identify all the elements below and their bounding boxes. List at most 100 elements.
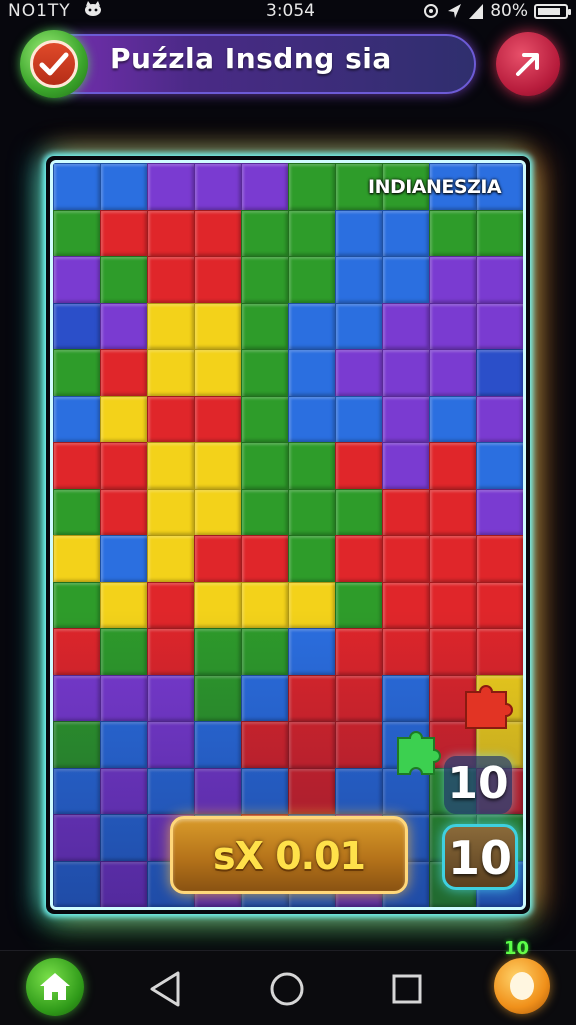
- puzzle-piece[interactable]: [53, 628, 101, 676]
- puzzle-piece[interactable]: [53, 395, 101, 443]
- puzzle-piece[interactable]: [147, 349, 195, 397]
- puzzle-piece[interactable]: [241, 581, 289, 629]
- puzzle-piece[interactable]: [476, 209, 523, 257]
- puzzle-piece[interactable]: [429, 535, 477, 583]
- loose-puzzle-piece[interactable]: [390, 724, 446, 780]
- puzzle-piece[interactable]: [147, 302, 195, 350]
- home-button[interactable]: [26, 958, 84, 1016]
- puzzle-piece[interactable]: [53, 581, 101, 629]
- puzzle-piece[interactable]: [429, 349, 477, 397]
- puzzle-piece[interactable]: [100, 581, 148, 629]
- puzzle-piece[interactable]: [100, 721, 148, 769]
- puzzle-piece[interactable]: [335, 488, 383, 536]
- puzzle-piece[interactable]: [100, 814, 148, 862]
- puzzle-piece[interactable]: [288, 674, 336, 722]
- puzzle-piece[interactable]: [100, 628, 148, 676]
- puzzle-piece[interactable]: [53, 442, 101, 490]
- puzzle-piece[interactable]: [194, 721, 242, 769]
- puzzle-piece[interactable]: [382, 535, 430, 583]
- loose-puzzle-piece-red[interactable]: [460, 676, 520, 732]
- puzzle-piece[interactable]: [288, 302, 336, 350]
- puzzle-piece[interactable]: [100, 535, 148, 583]
- puzzle-piece[interactable]: [241, 488, 289, 536]
- puzzle-piece[interactable]: [288, 349, 336, 397]
- puzzle-piece[interactable]: [241, 674, 289, 722]
- puzzle-piece[interactable]: [288, 535, 336, 583]
- coin-button[interactable]: [494, 958, 550, 1014]
- multiplier-button[interactable]: sX 0.01: [170, 816, 408, 894]
- score-chip-bottom[interactable]: 10: [442, 824, 518, 890]
- puzzle-piece[interactable]: [194, 302, 242, 350]
- puzzle-piece[interactable]: [194, 256, 242, 304]
- puzzle-piece[interactable]: [335, 767, 383, 815]
- puzzle-piece[interactable]: [335, 349, 383, 397]
- puzzle-piece[interactable]: [147, 488, 195, 536]
- puzzle-piece[interactable]: [476, 581, 523, 629]
- puzzle-piece[interactable]: [241, 209, 289, 257]
- puzzle-piece[interactable]: [382, 349, 430, 397]
- puzzle-piece[interactable]: [147, 581, 195, 629]
- puzzle-piece[interactable]: [288, 209, 336, 257]
- puzzle-piece[interactable]: [476, 256, 523, 304]
- puzzle-piece[interactable]: [147, 674, 195, 722]
- share-button[interactable]: [496, 32, 560, 96]
- puzzle-piece[interactable]: [194, 163, 242, 211]
- puzzle-piece[interactable]: [100, 349, 148, 397]
- puzzle-piece[interactable]: [147, 442, 195, 490]
- puzzle-piece[interactable]: [100, 860, 148, 907]
- puzzle-piece[interactable]: [53, 721, 101, 769]
- puzzle-piece[interactable]: [335, 395, 383, 443]
- puzzle-piece[interactable]: [194, 442, 242, 490]
- puzzle-piece[interactable]: [147, 163, 195, 211]
- puzzle-piece[interactable]: [241, 163, 289, 211]
- puzzle-piece[interactable]: [288, 488, 336, 536]
- puzzle-piece[interactable]: [382, 628, 430, 676]
- puzzle-piece[interactable]: [335, 256, 383, 304]
- puzzle-piece[interactable]: [241, 628, 289, 676]
- puzzle-piece[interactable]: [335, 721, 383, 769]
- puzzle-piece[interactable]: [476, 488, 523, 536]
- puzzle-piece[interactable]: [335, 442, 383, 490]
- puzzle-piece[interactable]: [147, 767, 195, 815]
- puzzle-piece[interactable]: [53, 349, 101, 397]
- puzzle-piece[interactable]: [429, 581, 477, 629]
- circle-icon[interactable]: [268, 970, 306, 1008]
- puzzle-piece[interactable]: [382, 209, 430, 257]
- puzzle-piece[interactable]: [335, 209, 383, 257]
- puzzle-piece[interactable]: [429, 395, 477, 443]
- puzzle-piece[interactable]: [241, 535, 289, 583]
- puzzle-piece[interactable]: [288, 163, 336, 211]
- puzzle-piece[interactable]: [194, 535, 242, 583]
- check-badge-button[interactable]: [20, 30, 88, 98]
- puzzle-piece[interactable]: [53, 302, 101, 350]
- puzzle-piece[interactable]: [53, 535, 101, 583]
- puzzle-piece[interactable]: [194, 674, 242, 722]
- puzzle-piece[interactable]: [429, 302, 477, 350]
- square-icon[interactable]: [390, 972, 424, 1006]
- puzzle-piece[interactable]: [288, 256, 336, 304]
- puzzle-piece[interactable]: [241, 395, 289, 443]
- puzzle-piece[interactable]: [241, 721, 289, 769]
- puzzle-piece[interactable]: [429, 628, 477, 676]
- puzzle-piece[interactable]: [476, 302, 523, 350]
- puzzle-piece[interactable]: [382, 256, 430, 304]
- puzzle-piece[interactable]: [147, 395, 195, 443]
- puzzle-piece[interactable]: [241, 256, 289, 304]
- puzzle-piece[interactable]: [147, 535, 195, 583]
- puzzle-piece[interactable]: [53, 767, 101, 815]
- puzzle-piece[interactable]: [53, 860, 101, 907]
- puzzle-piece[interactable]: [335, 628, 383, 676]
- puzzle-piece[interactable]: [382, 302, 430, 350]
- puzzle-piece[interactable]: [335, 535, 383, 583]
- puzzle-piece[interactable]: [53, 209, 101, 257]
- puzzle-piece[interactable]: [382, 488, 430, 536]
- puzzle-piece[interactable]: [147, 256, 195, 304]
- puzzle-piece[interactable]: [476, 349, 523, 397]
- puzzle-piece[interactable]: [429, 442, 477, 490]
- puzzle-piece[interactable]: [335, 674, 383, 722]
- puzzle-piece[interactable]: [194, 395, 242, 443]
- puzzle-piece[interactable]: [476, 442, 523, 490]
- puzzle-piece[interactable]: [100, 302, 148, 350]
- puzzle-piece[interactable]: [288, 395, 336, 443]
- puzzle-piece[interactable]: [100, 209, 148, 257]
